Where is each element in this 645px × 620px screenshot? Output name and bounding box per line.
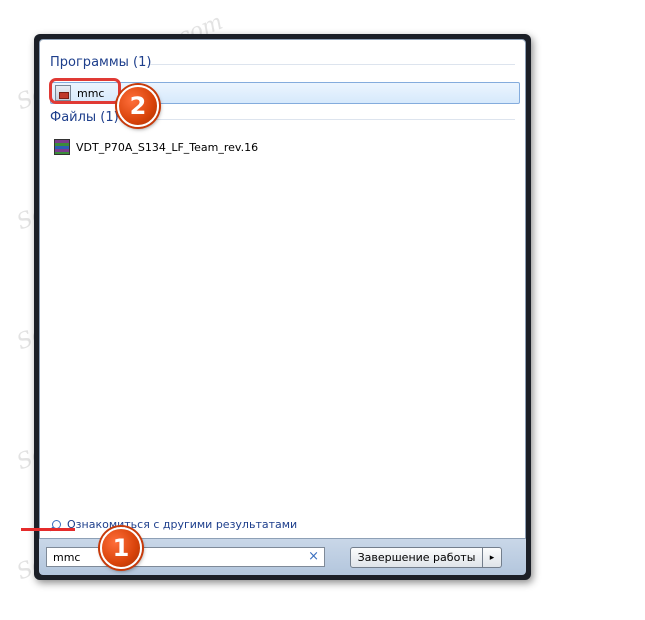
search-input[interactable]: mmc × bbox=[46, 547, 325, 567]
search-results-panel: Программы (1) mmc Файлы (1) VDT_P70A_S13… bbox=[39, 39, 526, 539]
clear-search-icon[interactable]: × bbox=[308, 549, 319, 564]
files-header[interactable]: Файлы (1) bbox=[50, 110, 119, 125]
step-1-badge: 1 bbox=[100, 527, 142, 569]
result-item-label: VDT_P70A_S134_LF_Team_rev.16 bbox=[76, 140, 259, 154]
chevron-right-icon: ▸ bbox=[489, 552, 495, 563]
more-results-label: Ознакомиться с другими результатами bbox=[67, 518, 298, 531]
programs-divider bbox=[150, 64, 515, 65]
shutdown-button[interactable]: Завершение работы bbox=[350, 547, 483, 568]
annotation-underline bbox=[21, 528, 75, 531]
result-item-file[interactable]: VDT_P70A_S134_LF_Team_rev.16 bbox=[50, 136, 350, 158]
programs-header[interactable]: Программы (1) bbox=[50, 55, 151, 70]
step-2-badge: 2 bbox=[117, 85, 159, 127]
search-input-value: mmc bbox=[53, 551, 81, 564]
more-results-link[interactable]: Ознакомиться с другими результатами bbox=[52, 518, 297, 531]
start-menu: Программы (1) mmc Файлы (1) VDT_P70A_S13… bbox=[34, 34, 531, 580]
shutdown-control: Завершение работы ▸ bbox=[350, 547, 502, 568]
archive-icon bbox=[54, 139, 70, 155]
shutdown-options-button[interactable]: ▸ bbox=[483, 547, 502, 568]
files-divider bbox=[125, 119, 515, 120]
highlight-box bbox=[49, 78, 121, 104]
